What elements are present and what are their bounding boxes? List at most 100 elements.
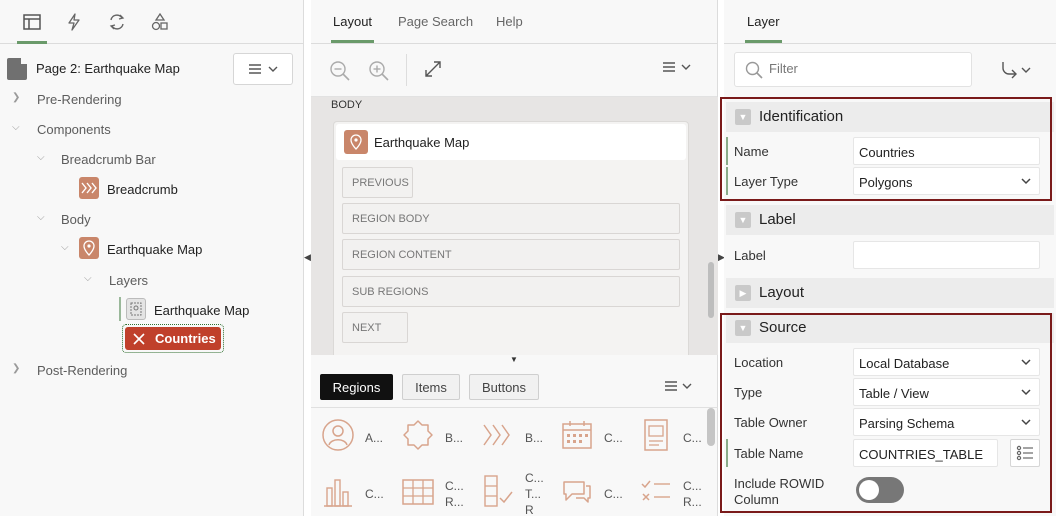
tree-node-countries-selected[interactable]: Countries <box>122 324 224 353</box>
go-to-group-button[interactable] <box>1000 60 1036 80</box>
tab-regions[interactable]: Regions <box>320 374 393 400</box>
gallery-item-comments[interactable]: C... <box>552 466 630 512</box>
property-label: Table Owner <box>734 415 807 430</box>
filter-input[interactable] <box>769 61 959 76</box>
tree-node-layer-earthquake-map[interactable]: Earthquake Map <box>0 297 303 323</box>
tab-buttons[interactable]: Buttons <box>469 374 539 400</box>
tree-node-layers[interactable]: ⌵ Layers <box>0 267 303 293</box>
slot-sub-regions[interactable]: SUB REGIONS <box>342 276 680 307</box>
tab-layout[interactable]: Layout <box>330 14 375 43</box>
gallery-item-calendar[interactable]: C... <box>552 410 630 456</box>
property-label: Include ROWID Column <box>734 476 825 507</box>
tree-node-components[interactable]: ⌵ Components <box>0 116 303 142</box>
property-label-text: Label <box>726 240 1054 270</box>
page-icon <box>7 58 27 80</box>
page-title: Page 2: Earthquake Map <box>36 61 180 76</box>
gallery-item-label: B... <box>525 431 544 445</box>
chart-icon <box>324 479 352 507</box>
layout-menu-button[interactable] <box>662 60 696 82</box>
chevron-right-icon[interactable]: ❯ <box>12 93 22 103</box>
section-label-header[interactable]: ▼ Label <box>726 205 1054 235</box>
shared-components-tab-icon[interactable] <box>149 10 171 34</box>
right-pane-tabs: Layer <box>724 0 1056 44</box>
component-gallery: A... B... B... C... C... C... C... R... <box>311 408 718 516</box>
comments-icon <box>563 481 591 503</box>
tree-node-label: Earthquake Map <box>107 242 203 257</box>
tree-node-label: Pre-Rendering <box>37 92 122 107</box>
gallery-item-classic-report[interactable]: C... R... <box>393 466 471 512</box>
canvas-scrollbar[interactable] <box>708 262 714 318</box>
chevron-down-icon[interactable]: ⌵ <box>12 123 22 133</box>
dynamic-actions-tab-icon[interactable] <box>63 10 85 34</box>
expand-icon[interactable] <box>424 60 446 82</box>
checklist-icon <box>484 475 513 507</box>
section-layout-header[interactable]: ▶ Layout <box>726 278 1054 308</box>
tree-node-breadcrumb-bar[interactable]: ⌵ Breadcrumb Bar <box>0 146 303 172</box>
property-name: Name Countries <box>726 136 1054 166</box>
gallery-item-avatar[interactable]: A... <box>313 410 391 456</box>
section-identification-header[interactable]: ▼ Identification <box>726 102 1054 132</box>
slot-previous[interactable]: PREVIOUS <box>342 167 413 198</box>
earthquake-map-region[interactable]: Earthquake Map PREVIOUS REGION BODY REGI… <box>333 121 689 355</box>
processing-tab-icon[interactable] <box>106 10 128 34</box>
slot-region-body[interactable]: REGION BODY <box>342 203 680 234</box>
zoom-out-icon[interactable] <box>329 60 351 82</box>
tree-node-label: Components <box>37 122 111 137</box>
layer-type-select[interactable]: Polygons <box>853 167 1040 195</box>
tab-help[interactable]: Help <box>496 14 523 29</box>
tree-node-body[interactable]: ⌵ Body <box>0 206 303 232</box>
tree-node-earthquake-map-region[interactable]: ⌵ Earthquake Map <box>0 236 303 262</box>
badge-icon <box>403 420 433 450</box>
gallery-menu-button[interactable] <box>664 379 696 396</box>
section-source-header[interactable]: ▼ Source <box>726 313 1054 343</box>
gallery-item-label: C... <box>604 431 623 445</box>
gallery-item-chart[interactable]: C... <box>313 466 391 512</box>
location-select[interactable]: Local Database <box>853 348 1040 376</box>
gallery-item-label: A... <box>365 431 384 445</box>
calendar-icon <box>562 421 592 449</box>
region-header[interactable]: Earthquake Map <box>336 124 686 160</box>
name-field[interactable]: Countries <box>853 137 1040 165</box>
include-rowid-toggle[interactable] <box>856 477 904 503</box>
collapse-left-pane-icon[interactable]: ◀ <box>304 252 311 266</box>
gallery-scrollbar[interactable] <box>707 408 715 446</box>
avatar-icon <box>322 419 354 451</box>
gallery-item-checklist[interactable]: C... T... R <box>473 466 551 516</box>
caret-down-icon[interactable]: ▼ <box>510 355 518 364</box>
tree-node-post-rendering[interactable]: ❯ Post-Rendering <box>0 357 303 383</box>
table-owner-select[interactable]: Parsing Schema <box>853 408 1040 436</box>
gallery-item-card[interactable]: C... <box>631 410 709 456</box>
chevron-down-icon[interactable]: ⌵ <box>61 243 71 253</box>
expand-toggle-icon[interactable]: ▶ <box>735 285 751 301</box>
collapse-toggle-icon[interactable]: ▼ <box>735 109 751 125</box>
tab-items[interactable]: Items <box>402 374 460 400</box>
table-name-field[interactable]: COUNTRIES_TABLE <box>853 439 998 467</box>
gallery-item-content-row[interactable]: C... R... <box>631 466 709 512</box>
tab-page-search[interactable]: Page Search <box>398 14 473 29</box>
chevron-down-icon[interactable]: ⌵ <box>37 153 47 163</box>
chevron-down-icon[interactable]: ⌵ <box>84 274 94 284</box>
slot-next[interactable]: NEXT <box>342 312 408 343</box>
list-picker-button[interactable] <box>1010 439 1040 467</box>
gallery-item-breadcrumb[interactable]: B... <box>473 410 551 456</box>
rendering-tab-icon[interactable] <box>17 10 47 44</box>
tree-menu-button[interactable] <box>233 53 293 85</box>
tree-node-breadcrumb[interactable]: Breadcrumb <box>0 176 303 202</box>
tree-node-pre-rendering[interactable]: ❯ Pre-Rendering <box>0 86 303 112</box>
gallery-item-badge[interactable]: B... <box>393 410 471 456</box>
chevron-right-icon[interactable]: ❯ <box>12 364 22 374</box>
map-pin-icon <box>79 237 99 259</box>
filter-field[interactable] <box>734 52 972 87</box>
collapse-toggle-icon[interactable]: ▼ <box>735 212 751 228</box>
slot-region-content[interactable]: REGION CONTENT <box>342 239 680 270</box>
type-select[interactable]: Table / View <box>853 378 1040 406</box>
required-marker <box>726 167 728 195</box>
label-field[interactable] <box>853 241 1040 269</box>
zoom-in-icon[interactable] <box>368 60 390 82</box>
page-tree-header: Page 2: Earthquake Map <box>0 53 303 85</box>
table-icon <box>402 479 434 505</box>
chevron-down-icon[interactable]: ⌵ <box>37 213 47 223</box>
card-icon <box>644 419 668 451</box>
tab-layer[interactable]: Layer <box>745 14 782 43</box>
collapse-toggle-icon[interactable]: ▼ <box>735 320 751 336</box>
